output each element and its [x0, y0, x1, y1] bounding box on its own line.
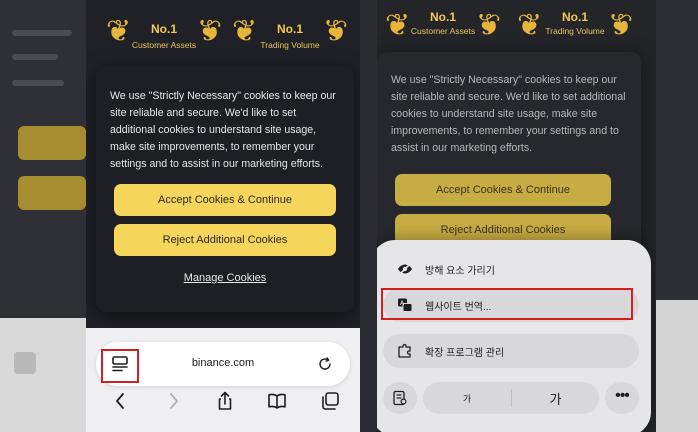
cookie-banner: We use "Strictly Necessary" cookies to k…: [377, 52, 641, 252]
award-badge: ❦ ❦ No.1 Customer Assets: [106, 8, 222, 56]
background-right: [656, 0, 698, 432]
phone-screen-right: ❦ ❦ No.1 Customer Assets ❦ ❦ No.1 Tradin…: [377, 0, 656, 432]
navigation-bar: [86, 390, 360, 418]
forward-icon[interactable]: [162, 390, 184, 412]
award-badge: ❦ ❦ No.1 Customer Assets: [385, 2, 501, 50]
share-icon[interactable]: [214, 390, 236, 412]
award-badge: ❦ ❦ No.1 Trading Volume: [232, 8, 348, 56]
highlight-box: [381, 288, 633, 320]
cookie-text: We use "Strictly Necessary" cookies to k…: [391, 74, 626, 154]
blurred-bar: [12, 54, 58, 60]
extensions-icon: [398, 343, 411, 358]
manage-cookies-link[interactable]: Manage Cookies: [96, 272, 354, 284]
cookie-text: We use "Strictly Necessary" cookies to k…: [110, 90, 336, 170]
reader-icon: [393, 390, 407, 406]
blurred-bar: [12, 80, 64, 86]
award-label: Trading Volume: [545, 26, 605, 36]
page-menu-sheet: 방해 요소 가리기 A 웹사이트 번역... 확장 프로그램 관리 가 가 ••…: [377, 240, 651, 432]
blurred-button: [18, 126, 86, 160]
blurred-bar: [12, 30, 72, 36]
menu-item-label: 확장 프로그램 관리: [425, 348, 505, 359]
accept-cookies-button[interactable]: Accept Cookies & Continue: [114, 184, 336, 216]
back-icon[interactable]: [110, 390, 132, 412]
menu-item-label: 방해 요소 가리기: [425, 266, 495, 277]
background-left: [0, 0, 86, 432]
bookmarks-icon[interactable]: [266, 390, 288, 412]
blurred-panel: [0, 318, 86, 432]
award-rank: No.1: [150, 22, 177, 36]
tabs-icon[interactable]: [319, 390, 341, 412]
background-middle: [360, 0, 377, 432]
cookie-banner: We use "Strictly Necessary" cookies to k…: [96, 66, 354, 312]
award-rank: No.1: [561, 10, 588, 24]
phone-screen-left: ❦ ❦ No.1 Customer Assets ❦ ❦ No.1 Tradin…: [86, 0, 360, 432]
text-larger-button[interactable]: 가: [512, 382, 599, 414]
reject-cookies-button[interactable]: Reject Additional Cookies: [114, 224, 336, 256]
award-badge: ❦ ❦ No.1 Trading Volume: [517, 2, 633, 50]
highlight-box: [101, 349, 139, 383]
text-smaller-button[interactable]: 가: [423, 382, 511, 414]
award-label: Customer Assets: [410, 26, 476, 36]
menu-bottom-row: 가 가 •••: [383, 382, 639, 414]
accept-cookies-button[interactable]: Accept Cookies & Continue: [395, 174, 611, 206]
blurred-icon: [14, 352, 36, 374]
award-rank: No.1: [276, 22, 303, 36]
reload-icon[interactable]: [316, 355, 334, 373]
blurred-button: [18, 176, 86, 210]
text-larger-label: 가: [549, 392, 562, 407]
browser-toolbar: binance.com: [86, 328, 360, 432]
eye-slash-icon: [398, 262, 412, 276]
reader-button[interactable]: [383, 382, 417, 414]
text-size-control: 가 가: [423, 382, 599, 414]
text-smaller-label: 가: [462, 394, 472, 404]
menu-item-hide-distractions[interactable]: 방해 요소 가리기: [383, 252, 639, 286]
more-button[interactable]: •••: [605, 382, 639, 414]
more-icon: •••: [615, 387, 630, 404]
blurred-panel: [656, 300, 698, 432]
menu-item-manage-extensions[interactable]: 확장 프로그램 관리: [383, 334, 639, 368]
award-label: Trading Volume: [260, 40, 320, 50]
award-rank: No.1: [429, 10, 456, 24]
award-label: Customer Assets: [131, 40, 197, 50]
